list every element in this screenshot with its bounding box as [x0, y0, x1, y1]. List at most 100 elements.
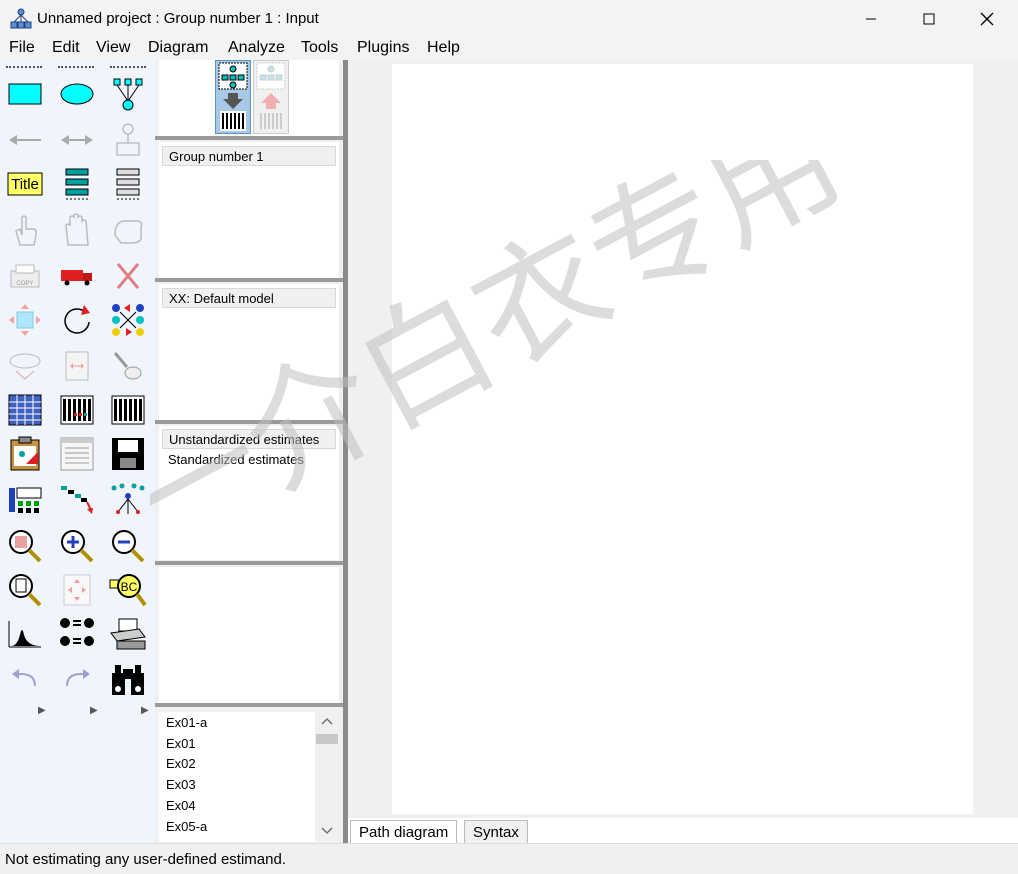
view-output-button[interactable]	[253, 60, 289, 134]
text-output-icon[interactable]	[57, 434, 97, 474]
ellipse-icon[interactable]	[57, 74, 97, 114]
output-path-diagram-icon	[256, 62, 286, 129]
menu-diagram[interactable]: Diagram	[148, 39, 208, 57]
file-item[interactable]: Ex02	[166, 756, 196, 771]
toolbox: Title COPY BC ▶ ▶ ▶	[0, 60, 155, 843]
double-arrow-icon[interactable]	[57, 120, 97, 160]
svg-text:BC: BC	[121, 580, 138, 594]
file-list-scrollbar[interactable]	[315, 712, 339, 842]
computation-summary-panel	[159, 567, 339, 705]
amos-app-icon	[10, 8, 32, 29]
menu-help[interactable]: Help	[427, 39, 460, 57]
zoom-select-icon[interactable]	[5, 526, 45, 566]
file-item[interactable]: Ex04	[166, 798, 196, 813]
group-item[interactable]: Group number 1	[162, 146, 336, 166]
close-icon	[980, 12, 994, 26]
rectangle-icon[interactable]	[5, 74, 45, 114]
redo-icon[interactable]	[57, 660, 97, 700]
preserve-symmetries-icon[interactable]	[108, 480, 148, 520]
unique-variable-icon[interactable]	[108, 120, 148, 160]
deselect-all-icon[interactable]	[108, 210, 148, 250]
undo-icon[interactable]	[5, 660, 45, 700]
side-panels: Group number 1 XX: Default model Unstand…	[155, 60, 343, 843]
move-icon[interactable]	[57, 256, 97, 296]
file-item[interactable]: Ex05-a	[166, 819, 207, 834]
maximize-icon	[923, 13, 935, 25]
estimates-panel: Unstandardized estimates Standardized es…	[159, 426, 339, 560]
scrollbar-graphics	[316, 718, 338, 834]
multiple-group-icon[interactable]	[57, 614, 97, 654]
zoom-page-icon[interactable]	[5, 570, 45, 610]
menu-view[interactable]: View	[96, 39, 130, 57]
loupe-icon[interactable]: BC	[108, 570, 148, 610]
minimize-icon	[866, 18, 876, 20]
rotate-icon[interactable]	[57, 300, 97, 340]
svg-text:COPY: COPY	[16, 281, 33, 287]
unstandardized-estimates-item[interactable]: Unstandardized estimates	[162, 429, 336, 449]
select-all-icon[interactable]	[57, 210, 97, 250]
indicator-icon[interactable]	[108, 74, 148, 114]
zoom-out-icon[interactable]	[108, 526, 148, 566]
reflect-icon[interactable]	[108, 300, 148, 340]
drawing-page[interactable]	[392, 64, 973, 814]
menu-edit[interactable]: Edit	[52, 39, 80, 57]
minimize-button[interactable]	[842, 0, 900, 38]
zoom-in-icon[interactable]	[57, 526, 97, 566]
menu-plugins[interactable]: Plugins	[357, 39, 409, 57]
menu-tools[interactable]: Tools	[301, 39, 338, 57]
list-variables-model-icon[interactable]	[57, 164, 97, 204]
select-one-icon[interactable]	[5, 210, 45, 250]
fit-page-icon[interactable]	[57, 570, 97, 610]
scroll-icon[interactable]	[57, 346, 97, 386]
view-toggle-panel	[159, 60, 339, 136]
title-bar: Unnamed project : Group number 1 : Input	[0, 0, 1018, 38]
data-files-icon[interactable]	[5, 390, 45, 430]
clipboard-icon[interactable]	[5, 434, 45, 474]
title-icon-label: Title	[11, 176, 39, 193]
file-item[interactable]: Ex03	[166, 777, 196, 792]
panel-splitter[interactable]	[155, 703, 343, 707]
window-title: Unnamed project : Group number 1 : Input	[37, 10, 319, 27]
title-icon[interactable]: Title	[5, 164, 45, 204]
move-parameter-icon[interactable]	[5, 346, 45, 386]
toolbar-grip	[110, 66, 146, 70]
save-icon[interactable]	[108, 434, 148, 474]
view-input-button[interactable]	[215, 60, 251, 134]
standardized-estimates-item[interactable]: Standardized estimates	[162, 450, 336, 470]
status-text: Not estimating any user-defined estimand…	[5, 851, 286, 868]
toolbar-expand-icon[interactable]: ▶	[38, 705, 46, 716]
model-item[interactable]: XX: Default model	[162, 288, 336, 308]
duplicate-icon[interactable]: COPY	[5, 256, 45, 296]
panel-splitter[interactable]	[155, 136, 343, 140]
erase-icon[interactable]	[108, 256, 148, 296]
path-diagram-canvas[interactable]	[348, 60, 1018, 818]
drag-properties-icon[interactable]	[57, 480, 97, 520]
specification-search-icon[interactable]	[108, 660, 148, 700]
toolbar-grip	[58, 66, 94, 70]
toolbar-expand-icon[interactable]: ▶	[90, 705, 98, 716]
single-arrow-icon[interactable]	[5, 120, 45, 160]
groups-panel: Group number 1	[159, 142, 339, 278]
touch-up-icon[interactable]	[108, 346, 148, 386]
analysis-properties-icon[interactable]	[57, 390, 97, 430]
menu-file[interactable]: File	[9, 39, 35, 57]
close-button[interactable]	[958, 0, 1016, 38]
change-shape-icon[interactable]	[5, 300, 45, 340]
tab-syntax[interactable]: Syntax	[464, 820, 528, 845]
calculate-estimates-icon[interactable]	[108, 390, 148, 430]
menu-analyze[interactable]: Analyze	[228, 39, 285, 57]
tab-path-diagram[interactable]: Path diagram	[350, 820, 458, 844]
panel-splitter[interactable]	[155, 561, 343, 565]
list-variables-dataset-icon[interactable]	[108, 164, 148, 204]
panel-splitter[interactable]	[155, 420, 343, 424]
object-properties-icon[interactable]	[5, 480, 45, 520]
panel-splitter[interactable]	[155, 278, 343, 282]
file-item[interactable]: Ex01	[166, 736, 196, 751]
models-panel: XX: Default model	[159, 284, 339, 420]
status-bar: Not estimating any user-defined estimand…	[0, 843, 1018, 874]
bayesian-icon[interactable]	[5, 614, 45, 654]
maximize-button[interactable]	[900, 0, 958, 38]
print-icon[interactable]	[108, 614, 148, 654]
toolbar-expand-icon[interactable]: ▶	[141, 705, 149, 716]
file-item[interactable]: Ex01-a	[166, 715, 207, 730]
